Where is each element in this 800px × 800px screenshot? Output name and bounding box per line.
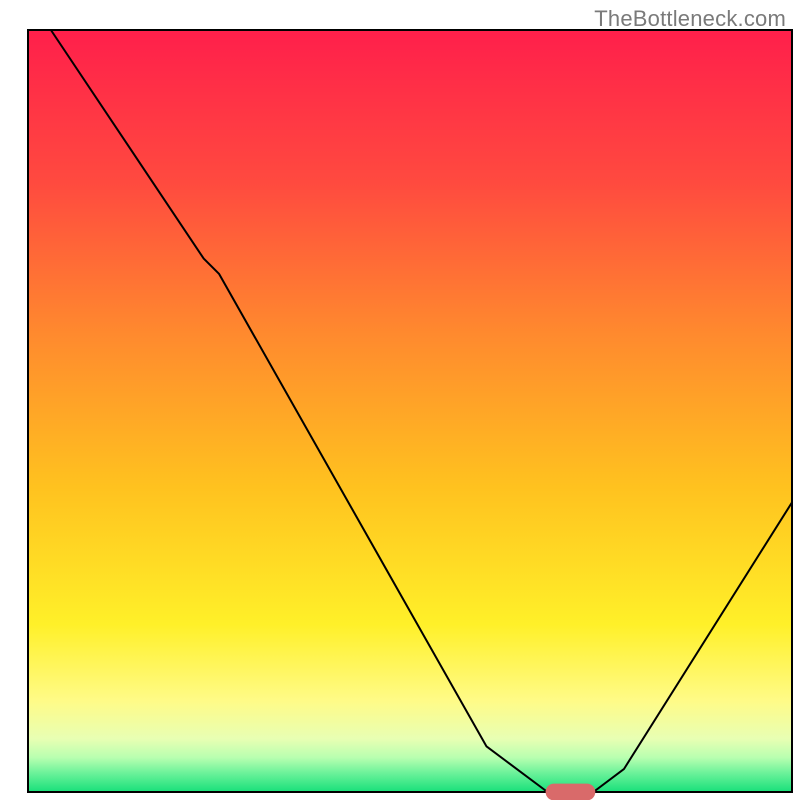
- chart-container: { "watermark": "TheBottleneck.com", "cha…: [0, 0, 800, 800]
- bottleneck-chart: [0, 0, 800, 800]
- optimum-marker: [546, 784, 596, 800]
- plot-area: [28, 30, 792, 792]
